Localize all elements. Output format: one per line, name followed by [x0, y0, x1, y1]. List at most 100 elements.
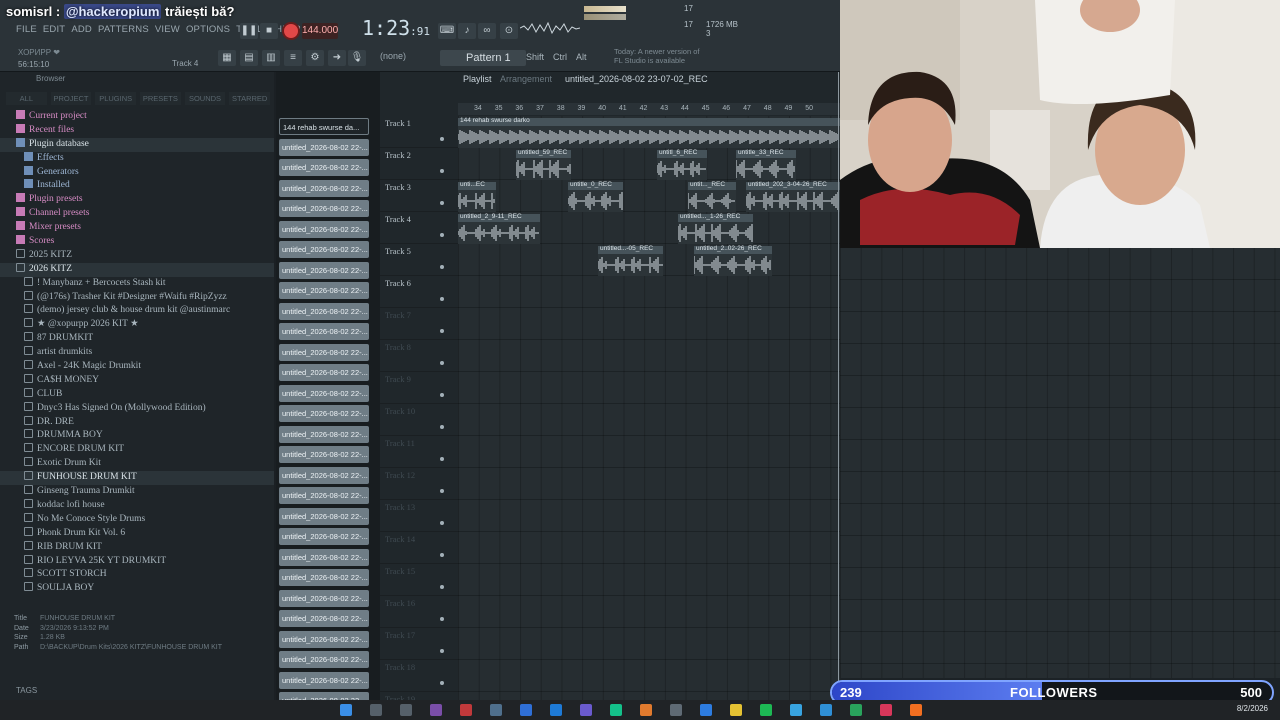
menu-item[interactable]: FILE [16, 24, 37, 35]
browser-item[interactable]: Installed [0, 179, 274, 193]
plugin-picker-icon[interactable]: ⚙ [306, 50, 324, 66]
track-header[interactable]: Track 5 [380, 244, 458, 276]
track-enable-dot[interactable] [440, 169, 444, 173]
browser-item[interactable]: CA$H MONEY [0, 373, 274, 388]
clip-source-item[interactable]: untitled_2026-08-02 22-... [279, 384, 369, 402]
track-enable-dot[interactable] [440, 681, 444, 685]
browser-item[interactable]: (@176s) Trasher Kit #Designer #Waifu #Ri… [0, 290, 274, 305]
app-icon[interactable] [700, 704, 712, 716]
clip-source-item[interactable]: untitled_2026-08-02 22-... [279, 138, 369, 156]
track-header[interactable]: Track 1 [380, 116, 458, 148]
clip-source-item[interactable]: untitled_2026-08-02 22-... [279, 159, 369, 176]
channel-rack-icon[interactable]: ▥ [262, 50, 280, 66]
clip-source-item[interactable]: untitled_2026-08-02 22-... [279, 466, 369, 484]
audio-clip[interactable]: untitle_33_REC [736, 149, 796, 180]
app-icon[interactable] [430, 704, 442, 716]
clip-source-item[interactable]: untitled_2026-08-02 22-... [279, 651, 369, 668]
track-enable-dot[interactable] [440, 521, 444, 525]
clip-source-item[interactable]: untitled_2026-08-02 22-... [279, 548, 369, 566]
track-header[interactable]: Track 12 [380, 468, 458, 500]
loop-icon[interactable]: ∞ [478, 23, 496, 39]
audio-clip[interactable]: untitled_202_3-04-26_REC [746, 181, 840, 212]
track-enable-dot[interactable] [440, 457, 444, 461]
menu-item[interactable]: VIEW [155, 24, 180, 35]
menu-item[interactable]: OPTIONS [186, 24, 230, 35]
browser-item[interactable]: Plugin database [0, 137, 274, 152]
app-icon[interactable] [790, 704, 802, 716]
browser-item[interactable]: Effects [0, 151, 274, 166]
audio-clip[interactable]: unti...EC [458, 181, 496, 212]
playlist-grid[interactable]: 144 rehab swurse darko untitled_59_REC unt… [458, 116, 840, 700]
audio-clip[interactable]: 144 rehab swurse darko [458, 117, 840, 148]
clip-source-item[interactable]: untitled_2026-08-02 22-... [279, 364, 369, 381]
audio-clip[interactable]: untitled_2..02-26_REC [694, 245, 772, 276]
browser-item[interactable]: ENCORE DRUM KIT [0, 443, 274, 457]
audio-clip[interactable]: untitled...-05_REC [598, 245, 663, 276]
fl-studio-icon[interactable] [910, 704, 922, 716]
playlist-mode[interactable]: Arrangement [500, 74, 552, 84]
start-icon[interactable] [340, 704, 352, 716]
app-icon[interactable] [850, 704, 862, 716]
search-icon[interactable] [370, 704, 382, 716]
clip-source-item[interactable]: untitled_2026-08-02 22-... [279, 630, 369, 648]
track-enable-dot[interactable] [440, 489, 444, 493]
metronome-icon[interactable]: ⌨ [438, 23, 456, 39]
playlist-view-icon[interactable]: ▦ [218, 50, 236, 66]
track-enable-dot[interactable] [440, 361, 444, 365]
clip-source-item[interactable]: untitled_2026-08-02 22-... [279, 323, 369, 340]
browser-item[interactable]: SOULJA BOY [0, 582, 274, 596]
clip-source-item[interactable]: untitled_2026-08-02 22-... [279, 610, 369, 627]
audio-clip[interactable]: untitl_6_REC [657, 149, 707, 180]
browser-item[interactable]: koddac lofi house [0, 498, 274, 513]
app-icon[interactable] [640, 704, 652, 716]
shift-key[interactable]: Shift [526, 52, 544, 62]
app-icon[interactable] [760, 704, 772, 716]
task-view-icon[interactable] [400, 704, 412, 716]
browser-item[interactable]: RIO LEYVA 25K YT DRUMKIT [0, 554, 274, 569]
audio-clip[interactable]: untitled_2_9-11_REC [458, 213, 540, 244]
browser-item[interactable]: 87 DRUMKIT [0, 332, 274, 346]
browser-tab[interactable]: SOUNDS [184, 92, 226, 105]
clip-source-item[interactable]: untitled_2026-08-02 22-... [279, 425, 369, 443]
browser-item[interactable]: artist drumkits [0, 346, 274, 360]
record-button[interactable] [282, 22, 300, 40]
browser-item[interactable]: DRUMMA BOY [0, 429, 274, 443]
browser-item[interactable]: ★ @xopurpp 2026 KIT ★ [0, 318, 274, 332]
pause-button[interactable]: ❚❚ [240, 23, 258, 39]
clip-source-item[interactable]: untitled_2026-08-02 22-... [279, 241, 369, 258]
browser-item[interactable]: RIB DRUM KIT [0, 540, 274, 555]
track-header[interactable]: Track 14 [380, 532, 458, 564]
snap-arrow-icon[interactable]: ➜ [328, 50, 346, 66]
ctrl-key[interactable]: Ctrl [553, 52, 567, 62]
track-header[interactable]: Track 7 [380, 308, 458, 340]
browser-item[interactable]: CLUB [0, 387, 274, 402]
track-header[interactable]: Track 10 [380, 404, 458, 436]
track-enable-dot[interactable] [440, 617, 444, 621]
track-enable-dot[interactable] [440, 425, 444, 429]
app-icon[interactable] [490, 704, 502, 716]
clip-source-item[interactable]: untitled_2026-08-02 22-... [279, 405, 369, 422]
clip-source-item[interactable]: untitled_2026-08-02 22-... [279, 569, 369, 586]
browser-tab[interactable]: STARRED [229, 92, 271, 105]
track-enable-dot[interactable] [440, 137, 444, 141]
track-header[interactable]: Track 17 [380, 628, 458, 660]
track-enable-dot[interactable] [440, 265, 444, 269]
track-enable-dot[interactable] [440, 329, 444, 333]
track-header[interactable]: Track 3 [380, 180, 458, 212]
track-header[interactable]: Track 18 [380, 660, 458, 692]
clip-source-item[interactable]: untitled_2026-08-02 22-... [279, 261, 369, 279]
browser-item[interactable]: Plugin presets [0, 193, 274, 207]
app-icon[interactable] [670, 704, 682, 716]
tags-label[interactable]: TAGS [16, 686, 37, 695]
browser-item[interactable]: Current project [0, 110, 274, 124]
clip-source-item[interactable]: untitled_2026-08-02 22-... [279, 446, 369, 463]
clip-source-item[interactable]: untitled_2026-08-02 22-... [279, 671, 369, 689]
track-enable-dot[interactable] [440, 297, 444, 301]
browser-item[interactable]: No Me Conoce Style Drums [0, 512, 274, 527]
audio-clip[interactable]: untit..._REC [688, 181, 736, 212]
browser-item[interactable]: FUNHOUSE DRUM KIT [0, 471, 274, 486]
app-icon[interactable] [580, 704, 592, 716]
clip-source-item[interactable]: untitled_2026-08-02 22-... [279, 589, 369, 607]
menu-item[interactable]: PATTERNS [98, 24, 149, 35]
alt-key[interactable]: Alt [576, 52, 587, 62]
